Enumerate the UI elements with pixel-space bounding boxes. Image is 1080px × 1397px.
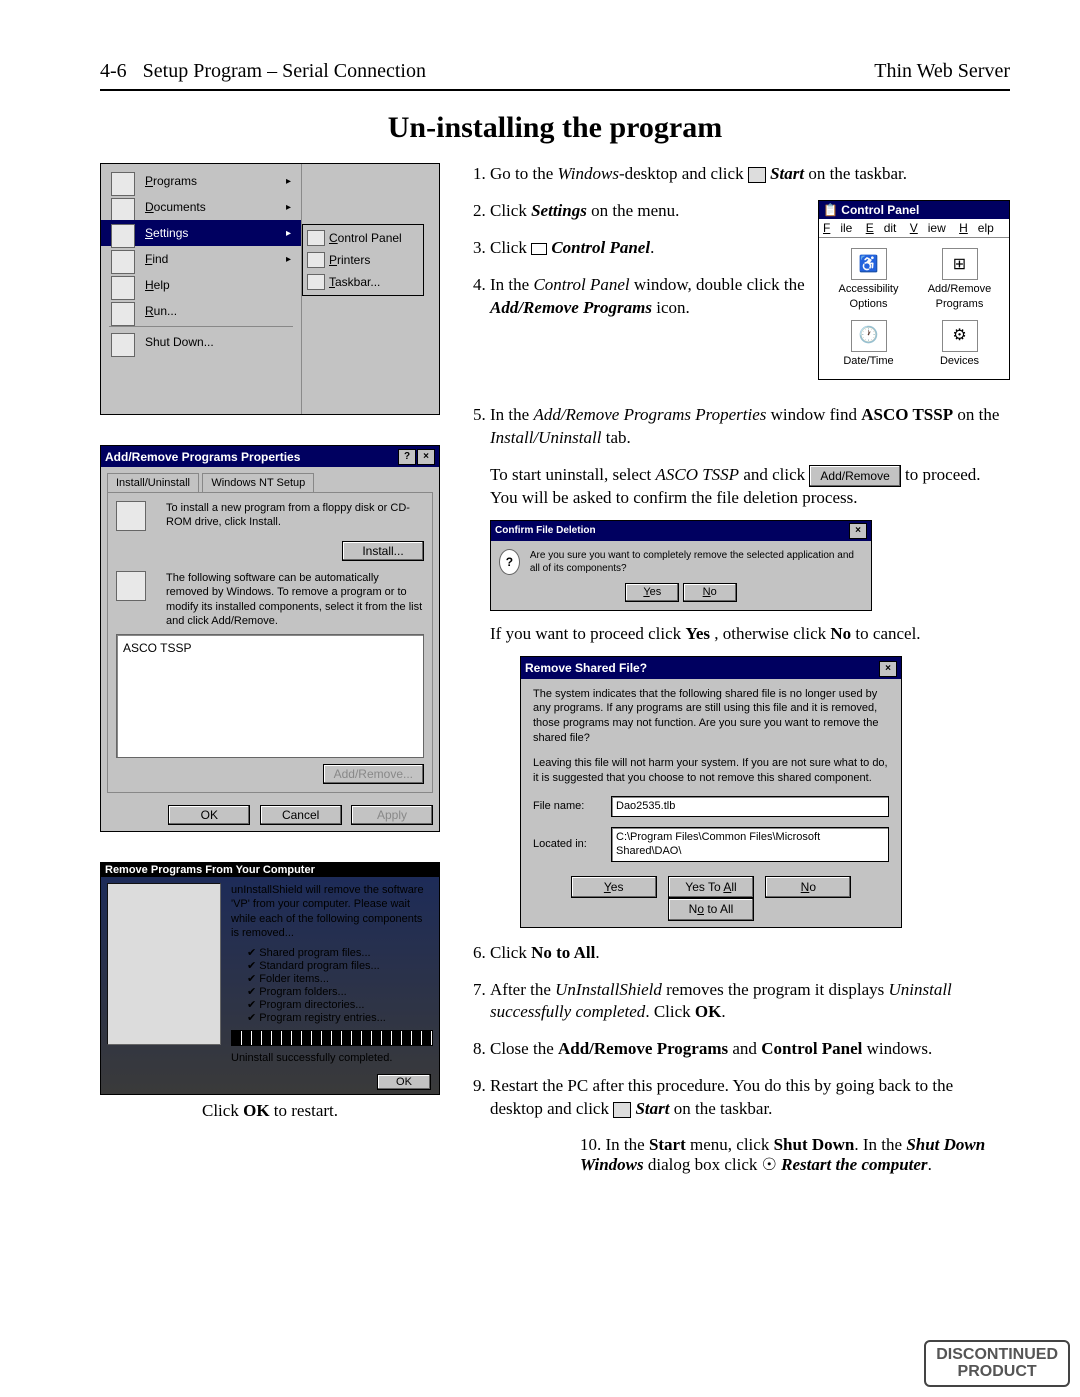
no-all-button[interactable]: No to All (668, 898, 754, 920)
cp-datetime[interactable]: 🕐Date/Time (823, 316, 914, 373)
step-2: 📋 Control Panel File Edit View Help ♿Acc… (490, 200, 1010, 223)
figure-control-panel: 📋 Control Panel File Edit View Help ♿Acc… (818, 200, 1010, 380)
figure-confirm-deletion: Confirm File Deletion × ? Are you sure y… (490, 520, 872, 611)
list-item: Program registry entries... (247, 1011, 433, 1024)
no-button[interactable]: No (683, 583, 737, 602)
install-button[interactable]: Install... (342, 541, 424, 561)
close-icon[interactable]: × (879, 661, 897, 677)
section-title: Setup Program – Serial Connection (143, 60, 426, 83)
dialog-title: Add/Remove Programs Properties (105, 450, 300, 464)
step-9: Restart the PC after this procedure. You… (490, 1075, 1010, 1121)
program-list[interactable]: ASCO TSSP (116, 634, 424, 758)
no-button[interactable]: No (765, 876, 851, 898)
doc-title: Thin Web Server (874, 60, 1010, 83)
uninstall-text: unInstallShield will remove the software… (231, 883, 433, 940)
page-header: 4-6 Setup Program – Serial Connection Th… (100, 60, 1010, 91)
menu-find[interactable]: Find (101, 246, 301, 272)
submenu-taskbar[interactable]: Taskbar... (303, 271, 423, 293)
progress-bar (231, 1030, 433, 1046)
cancel-button[interactable]: Cancel (260, 805, 342, 825)
yes-button[interactable]: Yes (625, 583, 679, 602)
shared-p1: The system indicates that the following … (533, 687, 889, 746)
menu-documents[interactable]: Documents (101, 194, 301, 220)
list-item: Standard program files... (247, 959, 433, 972)
apply-button[interactable]: Apply (351, 805, 433, 825)
figure-uninstallshield: Remove Programs From Your Computer unIns… (100, 862, 440, 1095)
fname-field: Dao2535.tlb (611, 796, 889, 817)
loc-field: C:\Program Files\Common Files\Microsoft … (611, 827, 889, 863)
menu-settings[interactable]: Settings (101, 220, 301, 246)
loc-label: Located in: (533, 837, 603, 852)
confirm-msg: Are you sure you want to completely remo… (530, 549, 863, 575)
menu-help[interactable]: Help (101, 272, 301, 298)
figure-remove-shared-file: Remove Shared File? × The system indicat… (520, 656, 902, 928)
addremove-inline-button[interactable]: Add/Remove (809, 465, 900, 487)
cp-accessibility[interactable]: ♿Accessibility Options (823, 244, 914, 316)
submenu-printers[interactable]: Printers (303, 249, 423, 271)
help-icon[interactable]: ? (398, 449, 416, 465)
menu-file[interactable]: File (823, 221, 852, 235)
list-item: Shared program files... (247, 946, 433, 959)
menu-help[interactable]: Help (959, 221, 994, 235)
start-icon (613, 1102, 631, 1118)
list-item: Program directories... (247, 998, 433, 1011)
folder-icon (531, 243, 547, 255)
question-icon: ? (499, 549, 520, 575)
figure-addremove-dialog: Add/Remove Programs Properties ?× Instal… (100, 445, 440, 832)
cp-addremove[interactable]: ⊞Add/Remove Programs (914, 244, 1005, 316)
start-icon (748, 167, 766, 183)
addremove-button[interactable]: Add/Remove... (323, 764, 424, 784)
install-text: To install a new program from a floppy d… (166, 501, 424, 531)
caption-restart: Click OK to restart. (100, 1101, 440, 1121)
close-icon[interactable]: × (417, 449, 435, 465)
menu-view[interactable]: View (910, 221, 946, 235)
menu-shutdown[interactable]: Shut Down... (101, 329, 301, 355)
shared-p2: Leaving this file will not harm your sys… (533, 756, 889, 786)
ok-button[interactable]: OK (168, 805, 250, 825)
submenu-control-panel[interactable]: Control Panel (303, 227, 423, 249)
tab-nt-setup[interactable]: Windows NT Setup (202, 473, 314, 492)
yes-all-button[interactable]: Yes To All (668, 876, 754, 898)
dialog-title: Remove Programs From Your Computer (101, 863, 439, 877)
remove-icon (116, 571, 146, 601)
step-10: 10. In the Start menu, click Shut Down. … (580, 1135, 1010, 1175)
step-5: In the Add/Remove Programs Properties wi… (490, 404, 1010, 928)
menu-run[interactable]: Run... (101, 298, 301, 324)
fname-label: File name: (533, 799, 603, 814)
dialog-title: Confirm File Deletion (495, 524, 596, 538)
install-icon (116, 501, 146, 531)
yes-button[interactable]: Yes (571, 876, 657, 898)
ok-button[interactable]: OK (377, 1074, 431, 1090)
step-7: After the UnInstallShield removes the pr… (490, 979, 1010, 1025)
status-text: Uninstall successfully completed. (231, 1052, 433, 1064)
step-8: Close the Add/Remove Programs and Contro… (490, 1038, 1010, 1061)
step-6: Click No to All. (490, 942, 1010, 965)
figure-start-menu: Programs Documents Settings Find Help Ru… (100, 163, 440, 415)
list-item: Folder items... (247, 972, 433, 985)
menu-edit[interactable]: Edit (866, 221, 897, 235)
list-item: Program folders... (247, 985, 433, 998)
menu-programs[interactable]: Programs (101, 168, 301, 194)
computer-illustration (107, 883, 221, 1045)
remove-text: The following software can be automatica… (166, 571, 424, 628)
close-icon[interactable]: × (849, 523, 867, 539)
step-1: Go to the Windows-desktop and click Star… (490, 163, 1010, 186)
discontinued-stamp: DISCONTINUED PRODUCT (924, 1340, 1070, 1387)
cp-devices[interactable]: ⚙Devices (914, 316, 1005, 373)
page-title: Un-installing the program (100, 111, 1010, 145)
page-number: 4-6 (100, 60, 127, 83)
dialog-title: Remove Shared File? (525, 660, 647, 676)
tab-install-uninstall[interactable]: Install/Uninstall (107, 473, 199, 492)
list-item[interactable]: ASCO TSSP (123, 641, 417, 655)
